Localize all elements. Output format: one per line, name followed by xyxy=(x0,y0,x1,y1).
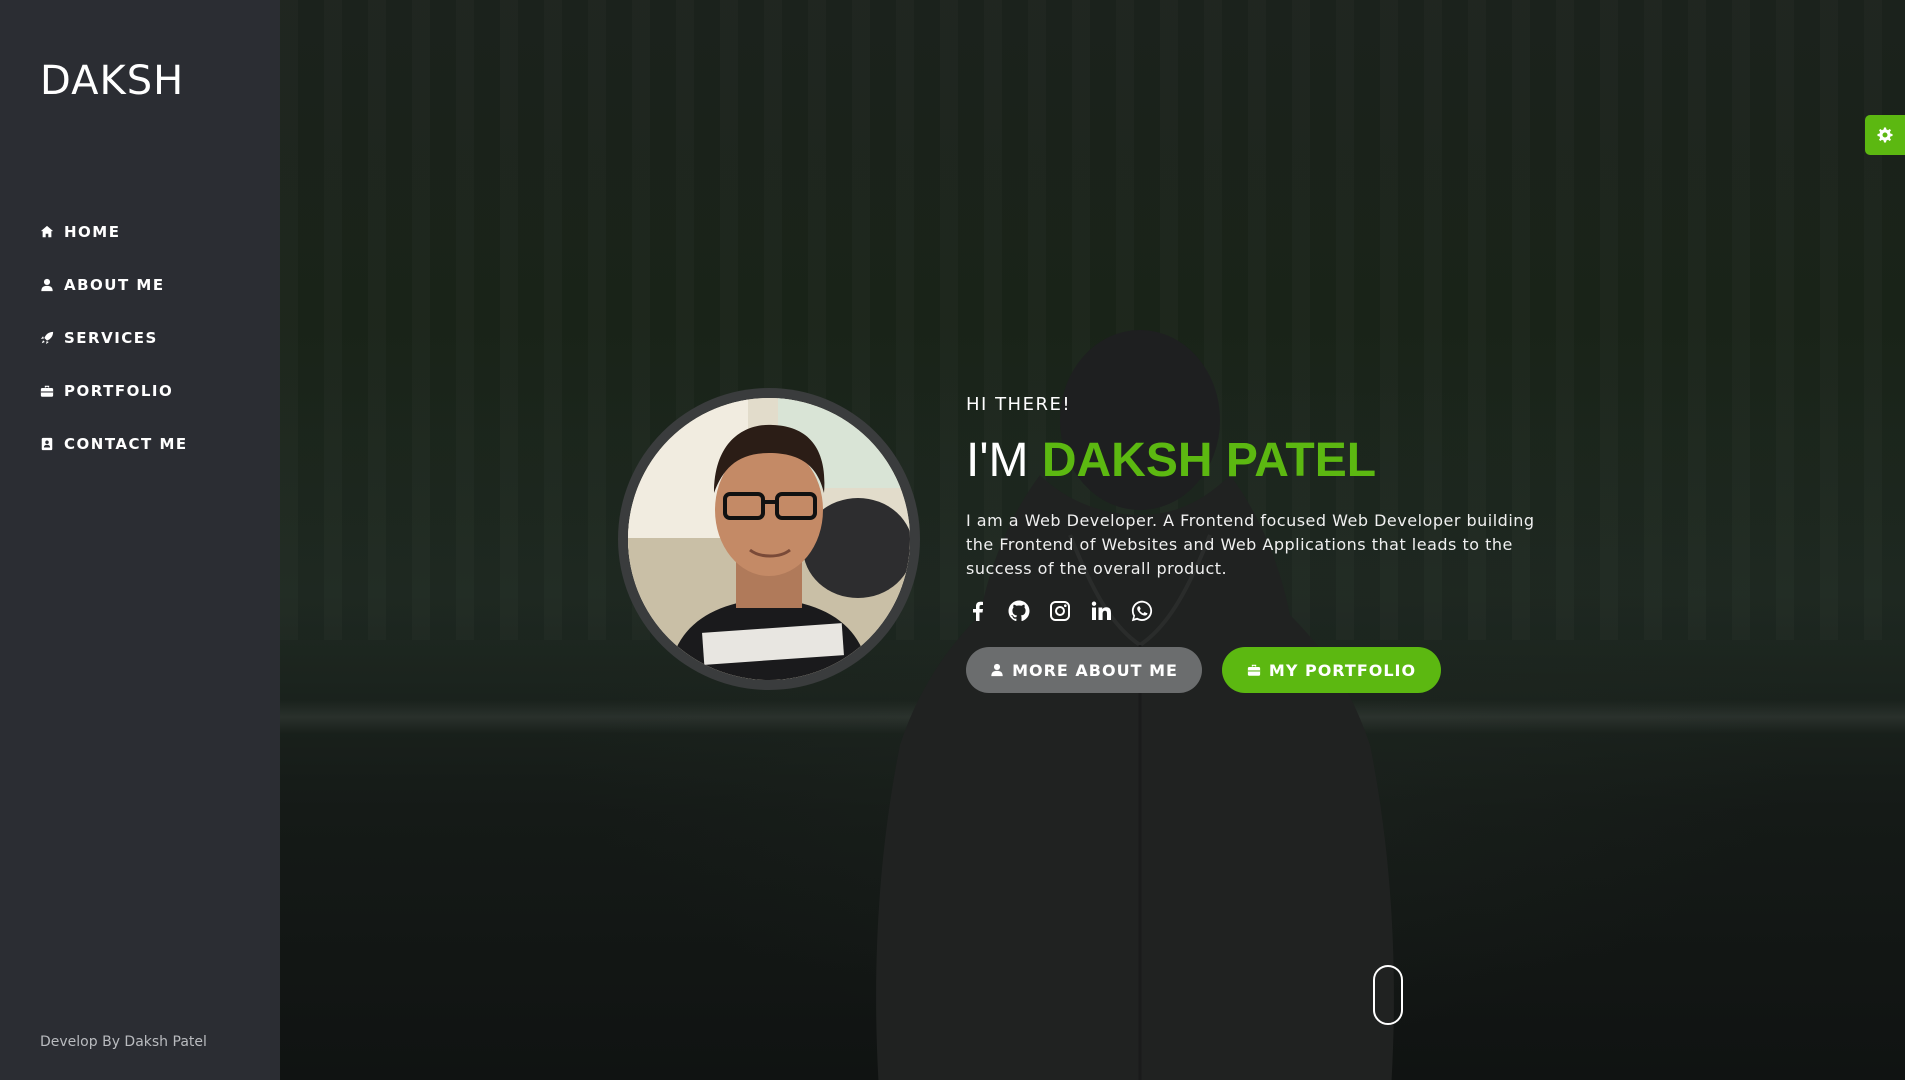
github-link[interactable] xyxy=(1007,599,1031,623)
nav-item-portfolio[interactable]: PORTFOLIO xyxy=(40,364,188,417)
instagram-link[interactable] xyxy=(1048,599,1072,623)
intro-block: HI THERE! I'M DAKSH PATEL I am a Web Dev… xyxy=(966,394,1566,693)
social-links xyxy=(966,599,1566,623)
sidebar: DAKSH HOME ABOUT ME SERVICES PORTFOLIO C… xyxy=(0,0,280,1080)
gear-icon xyxy=(1877,127,1893,143)
page-title: I'M DAKSH PATEL xyxy=(966,437,1566,485)
linkedin-icon xyxy=(1091,601,1111,620)
address-book-icon xyxy=(41,437,53,450)
facebook-link[interactable] xyxy=(966,599,990,623)
my-portfolio-button[interactable]: MY PORTFOLIO xyxy=(1222,647,1441,693)
whatsapp-link[interactable] xyxy=(1130,599,1154,623)
nav-label: ABOUT ME xyxy=(64,275,165,294)
headline-name: DAKSH PATEL xyxy=(1041,434,1377,487)
more-about-me-label: MORE ABOUT ME xyxy=(1012,660,1178,680)
more-about-me-button[interactable]: MORE ABOUT ME xyxy=(966,647,1202,693)
whatsapp-icon xyxy=(1131,600,1153,622)
user-icon xyxy=(991,663,1003,677)
nav-item-contact[interactable]: CONTACT ME xyxy=(40,417,188,470)
nav-label: PORTFOLIO xyxy=(64,381,174,400)
brand-logo[interactable]: DAKSH xyxy=(40,58,184,104)
my-portfolio-label: MY PORTFOLIO xyxy=(1268,660,1417,680)
nav-label: CONTACT ME xyxy=(64,434,188,453)
github-icon xyxy=(1008,600,1030,622)
headline-prefix: I'M xyxy=(966,434,1042,487)
profile-photo-frame xyxy=(618,388,920,690)
briefcase-icon xyxy=(40,385,54,397)
facebook-icon xyxy=(973,601,983,621)
nav-label: SERVICES xyxy=(64,328,158,347)
nav-item-services[interactable]: SERVICES xyxy=(40,311,188,364)
user-icon xyxy=(41,278,53,291)
briefcase-icon xyxy=(1247,664,1261,676)
greeting-text: HI THERE! xyxy=(966,394,1072,415)
nav-label: HOME xyxy=(64,222,121,241)
profile-photo xyxy=(628,398,910,680)
instagram-icon xyxy=(1050,601,1070,621)
linkedin-link[interactable] xyxy=(1089,599,1113,623)
main-nav: HOME ABOUT ME SERVICES PORTFOLIO CONTACT… xyxy=(40,205,188,470)
scroll-down-indicator[interactable] xyxy=(1373,965,1403,1025)
footer-credit: Develop By Daksh Patel xyxy=(40,1034,207,1050)
cta-buttons: MORE ABOUT ME MY PORTFOLIO xyxy=(966,647,1566,693)
settings-toggle[interactable] xyxy=(1865,115,1905,155)
bio-text: I am a Web Developer. A Frontend focused… xyxy=(966,511,1535,578)
nav-item-about[interactable]: ABOUT ME xyxy=(40,258,188,311)
rocket-icon xyxy=(40,331,54,344)
home-icon xyxy=(40,225,54,237)
nav-item-home[interactable]: HOME xyxy=(40,205,188,258)
